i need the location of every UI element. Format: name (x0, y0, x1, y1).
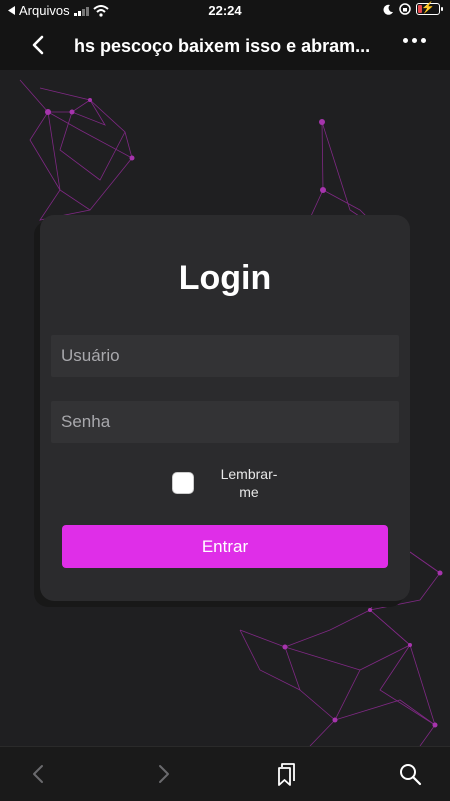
nav-back-button[interactable] (26, 761, 52, 787)
nav-header: hs pescoço baixem isso e abram... (0, 22, 450, 70)
bookmarks-icon (278, 763, 295, 786)
password-input[interactable] (51, 401, 399, 443)
page-title: hs pescoço baixem isso e abram... (74, 36, 371, 56)
search-icon (400, 764, 422, 786)
remember-label: Lembrar-me (220, 466, 278, 500)
back-chevron-icon (32, 35, 44, 55)
rotation-lock-icon (399, 3, 411, 15)
login-title: Login (178, 259, 272, 297)
remember-checkbox[interactable] (172, 472, 194, 494)
submit-button[interactable]: Entrar (62, 525, 388, 568)
more-icon[interactable] (403, 38, 426, 43)
status-bar: Arquivos 22:24 ⚡ (0, 0, 450, 22)
bookmarks-button[interactable] (274, 761, 300, 787)
back-button[interactable] (24, 30, 54, 60)
battery-icon: ⚡ (416, 2, 443, 15)
login-card: Login Lembrar-me Entrar (40, 215, 410, 601)
search-button[interactable] (397, 761, 423, 787)
chevron-right-icon (159, 765, 169, 783)
remember-me: Lembrar-me (172, 465, 284, 501)
bottom-toolbar (0, 746, 450, 801)
chevron-left-icon (33, 765, 43, 783)
username-input[interactable] (51, 335, 399, 377)
nav-forward-button[interactable] (150, 761, 176, 787)
moon-icon (383, 4, 393, 15)
